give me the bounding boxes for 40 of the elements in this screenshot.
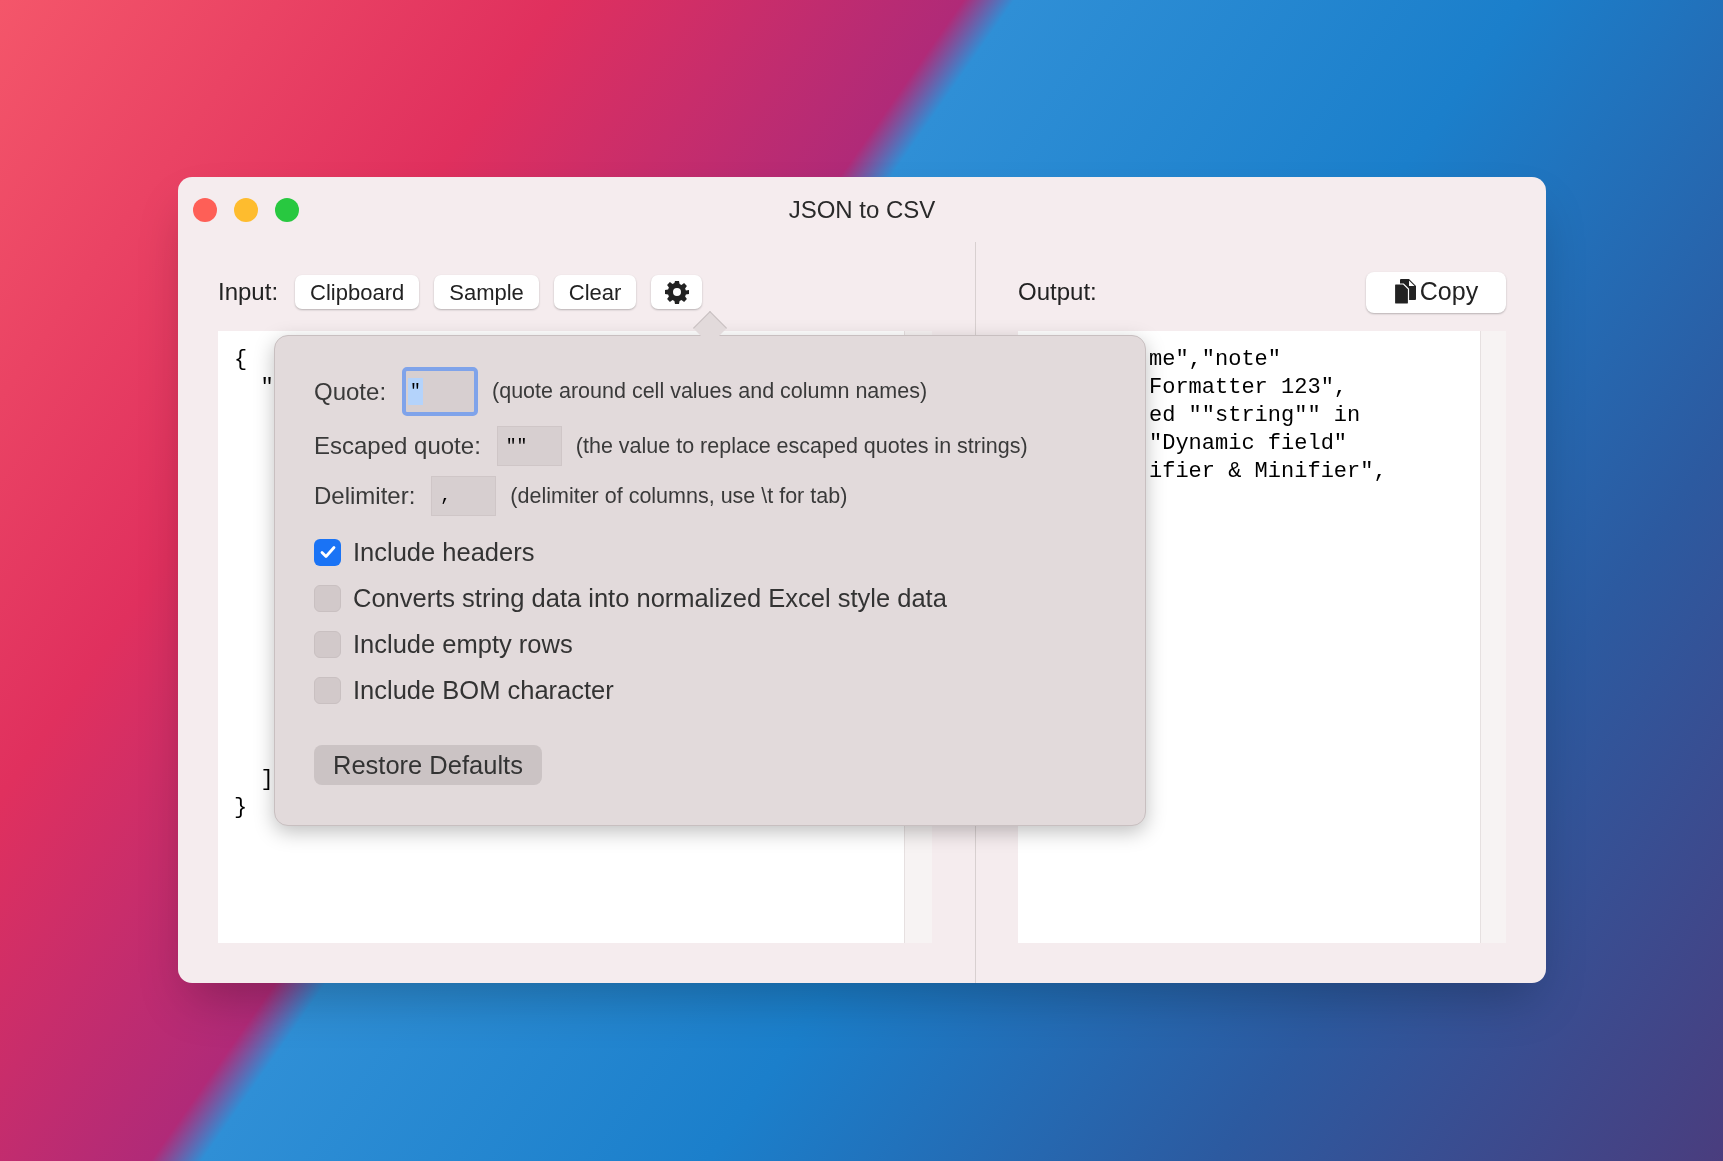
code-line: ed ""string"" in	[1149, 402, 1361, 430]
checkbox-label: Include headers	[353, 536, 535, 568]
code-line: "	[259, 374, 274, 402]
checkmark-icon	[318, 543, 337, 561]
settings-button[interactable]	[651, 275, 703, 309]
input-field[interactable]: "	[402, 367, 479, 416]
settings-icon	[664, 280, 689, 304]
input-label: Input:	[218, 277, 279, 307]
checkbox-label: Include BOM character	[353, 674, 614, 706]
code-line: "Dynamic field"	[1149, 430, 1348, 458]
field-label: Escaped quote:	[314, 431, 481, 461]
checkbox[interactable]	[314, 538, 341, 566]
copy-button[interactable]: Copy	[1366, 271, 1506, 313]
copy-icon	[1393, 279, 1416, 305]
code-line: Formatter 123",	[1149, 374, 1348, 402]
output-label: Output:	[1018, 277, 1097, 307]
field-label: Delimiter:	[314, 481, 416, 511]
code-line: me","note"	[1149, 346, 1282, 374]
field-description: (delimiter of columns, use \t for tab)	[510, 482, 848, 510]
zoom-button[interactable]	[275, 197, 299, 222]
input-field[interactable]: ,	[431, 476, 497, 516]
code-line: ]	[259, 766, 274, 794]
checkbox[interactable]	[314, 584, 341, 612]
field-label: Quote:	[314, 376, 387, 407]
field-description: (quote around cell values and column names)	[492, 378, 928, 406]
toolbar-button[interactable]: Sample	[434, 275, 539, 309]
toolbar-button[interactable]: Clear	[553, 275, 637, 309]
window-title: JSON to CSV	[788, 194, 936, 225]
toolbar-button[interactable]: Clipboard	[295, 275, 420, 309]
checkbox[interactable]	[314, 676, 341, 704]
code-line: ifier & Minifier",	[1149, 458, 1387, 486]
close-button[interactable]	[193, 197, 217, 222]
code-line: {	[234, 346, 248, 374]
checkbox-label: Converts string data into normalized Excel style data	[353, 582, 947, 614]
minimize-button[interactable]	[234, 197, 258, 222]
checkbox-label: Include empty rows	[353, 628, 573, 660]
restore-defaults-button[interactable]: Restore Defaults	[314, 745, 542, 785]
input-field[interactable]: ""	[496, 426, 562, 466]
checkbox[interactable]	[314, 630, 341, 658]
code-line: }	[234, 794, 248, 822]
